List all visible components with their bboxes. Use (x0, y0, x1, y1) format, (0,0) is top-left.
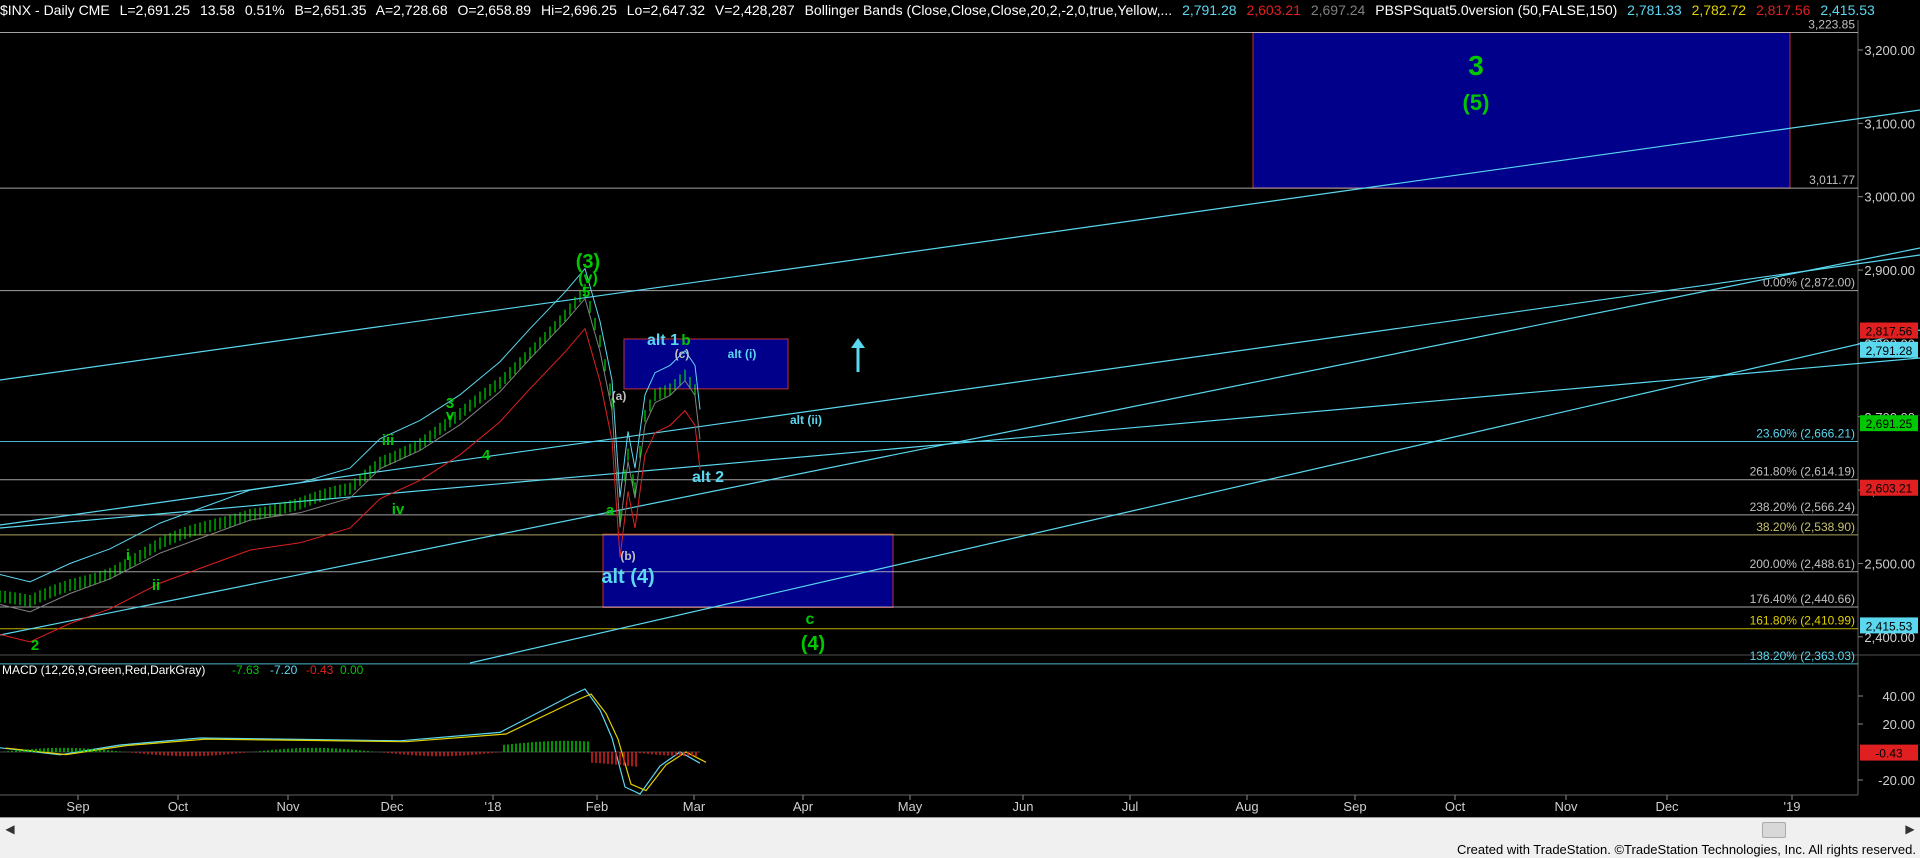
scroll-left-icon[interactable]: ◀ (2, 821, 18, 837)
price-tick-label: 3,000.00 (1864, 190, 1915, 205)
time-tick-label: '19 (1784, 799, 1801, 814)
macd-value-4: 0.00 (340, 663, 364, 677)
price-chart[interactable]: 3,200.003,100.003,000.002,900.002,800.00… (0, 0, 1920, 858)
wave-label: 4 (482, 447, 491, 464)
price-tag-label: 2,415.53 (1866, 619, 1913, 633)
bollinger-value-3: 2,697.24 (1310, 2, 1366, 18)
wave-label: alt 2 (692, 469, 724, 486)
bid-price: B=2,651.35 (294, 2, 367, 18)
macd-value-1: -7.63 (232, 663, 260, 677)
time-tick-label: Aug (1235, 799, 1258, 814)
wave-label: 3 (1468, 50, 1484, 81)
wave-label: v (446, 407, 455, 424)
price-tick-label: 2,500.00 (1864, 556, 1915, 571)
wave-label: 2 (31, 637, 39, 654)
indicator-value-4: 2,415.53 (1820, 2, 1875, 18)
low-price: Lo=2,647.32 (626, 2, 706, 18)
open-price: O=2,658.89 (457, 2, 532, 18)
wave-label: alt (i) (728, 347, 757, 361)
price-tag-label: 2,817.56 (1866, 325, 1913, 339)
wave-label: iv (392, 501, 405, 518)
wave-label: c (806, 611, 815, 628)
pct-change: 0.51% (244, 2, 285, 18)
symbol-label: $INX - Daily CME (0, 2, 110, 18)
wave-label: iii (382, 432, 395, 449)
time-tick-label: '18 (485, 799, 502, 814)
wave-label: 5 (582, 284, 590, 301)
chart-header: $INX - Daily CME L=2,691.25 13.58 0.51% … (0, 0, 1920, 20)
wave-label: (a) (612, 389, 627, 403)
fib-level-label: 161.80% (2,410.99) (1750, 614, 1855, 628)
fib-level-label: 238.20% (2,566.24) (1750, 500, 1855, 514)
fib-level-label: 3,011.77 (1809, 173, 1855, 187)
footer: Created with TradeStation. ©TradeStation… (0, 841, 1920, 858)
fib-level-label: 23.60% (2,666.21) (1756, 427, 1855, 441)
macd-value-2: -7.20 (270, 663, 298, 677)
wave-label: alt (ii) (790, 413, 822, 427)
volume: V=2,428,287 (714, 2, 795, 18)
copyright-text: Created with TradeStation. ©TradeStation… (1456, 842, 1916, 857)
time-tick-label: Apr (793, 799, 814, 814)
macd-label: MACD (12,26,9,Green,Red,DarkGray) (2, 663, 205, 677)
bollinger-value-1: 2,791.28 (1182, 2, 1237, 18)
time-tick-label: Sep (66, 799, 89, 814)
price-tick-label: 3,200.00 (1864, 43, 1915, 58)
time-tick-label: Jun (1013, 799, 1034, 814)
time-tick-label: Feb (586, 799, 608, 814)
indicator-value-1: 2,781.33 (1627, 2, 1682, 18)
wave-label: (c) (675, 347, 690, 361)
horizontal-scrollbar[interactable]: ◀ ▶ (0, 817, 1920, 842)
time-tick-label: Sep (1343, 799, 1366, 814)
net-change: 13.58 (199, 2, 235, 18)
price-tag-label: 2,791.28 (1866, 344, 1913, 358)
time-tick-label: Nov (276, 799, 300, 814)
wave-label: (b) (620, 549, 635, 563)
scroll-right-icon[interactable]: ▶ (1902, 821, 1918, 837)
wave-label: (4) (801, 633, 825, 655)
target-box-wave-3 (1252, 32, 1791, 189)
time-tick-label: Nov (1554, 799, 1578, 814)
macd-tag-label: -0.43 (1875, 747, 1903, 761)
wave-label: a (606, 502, 615, 519)
time-tick-label: Mar (683, 799, 706, 814)
price-tag-label: 2,603.21 (1866, 482, 1913, 496)
indicator-value-2: 2,782.72 (1691, 2, 1747, 18)
ask-price: A=2,728.68 (375, 2, 448, 18)
time-tick-label: Jul (1122, 799, 1139, 814)
last-price: L=2,691.25 (119, 2, 191, 18)
wave-label: (5) (1463, 90, 1490, 115)
bollinger-value-2: 2,603.21 (1246, 2, 1301, 18)
fib-level-label: 38.20% (2,538.90) (1756, 520, 1855, 534)
indicator-value-3: 2,817.56 (1755, 2, 1811, 18)
scroll-thumb[interactable] (1762, 822, 1786, 838)
fib-level-label: 200.00% (2,488.61) (1750, 557, 1855, 571)
bollinger-label: Bollinger Bands (Close,Close,Close,20,2,… (804, 2, 1173, 18)
fib-level-label: 176.40% (2,440.66) (1750, 592, 1855, 606)
wave-label: i (126, 547, 130, 564)
fib-level-label: 0.00% (2,872.00) (1763, 276, 1855, 290)
macd-value-3: -0.43 (306, 663, 334, 677)
macd-tick-label: -20.00 (1878, 773, 1915, 788)
macd-tick-label: 40.00 (1882, 689, 1915, 704)
time-tick-label: Oct (168, 799, 189, 814)
time-tick-label: Dec (380, 799, 404, 814)
price-tick-label: 3,100.00 (1864, 116, 1915, 131)
fib-level-label: 261.80% (2,614.19) (1750, 465, 1855, 479)
indicator-label: PBSPSquat5.0version (50,FALSE,150) (1375, 2, 1618, 18)
wave-label: ii (152, 577, 160, 594)
high-price: Hi=2,696.25 (540, 2, 617, 18)
time-tick-label: Oct (1445, 799, 1466, 814)
macd-tick-label: 20.00 (1882, 717, 1915, 732)
wave-label: alt (4) (601, 566, 654, 588)
time-tick-label: May (898, 799, 923, 814)
price-tag-label: 2,691.25 (1866, 417, 1913, 431)
time-tick-label: Dec (1655, 799, 1679, 814)
fib-level-label: 138.20% (2,363.03) (1750, 649, 1855, 663)
price-tick-label: 2,900.00 (1864, 263, 1915, 278)
